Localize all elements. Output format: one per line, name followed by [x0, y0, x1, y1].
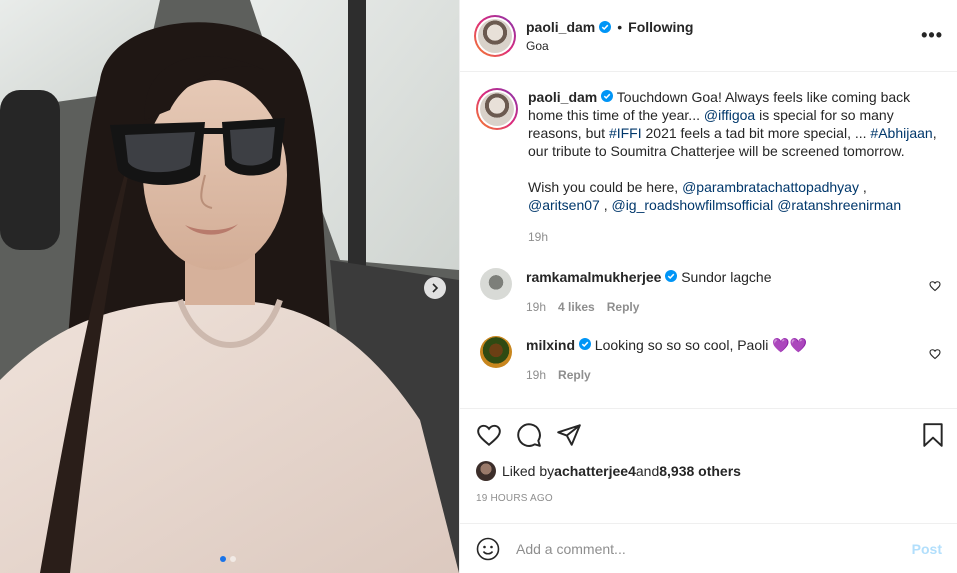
post-comment-button[interactable]: Post [912, 541, 942, 557]
carousel-dot-active [220, 556, 226, 562]
caption-body: paoli_dam Touchdown Goa! Always feels li… [528, 88, 941, 246]
comment-button[interactable] [516, 422, 542, 448]
heart-icon[interactable] [929, 280, 941, 292]
commenter-avatar[interactable] [480, 336, 512, 368]
chevron-right-icon [432, 283, 439, 293]
carousel-dot [230, 556, 236, 562]
likes-prefix: Liked by [502, 463, 555, 479]
post-location[interactable]: Goa [526, 39, 921, 53]
mention-link[interactable]: @ig_roadshowfilmsofficial [611, 197, 773, 213]
like-button[interactable] [476, 422, 502, 448]
following-button[interactable]: Following [628, 19, 693, 35]
verified-icon [599, 20, 612, 33]
instagram-post: paoli_dam • Following Goa ••• paoli_dam … [0, 0, 957, 573]
likes-middle: and [635, 463, 660, 479]
comments-section[interactable]: paoli_dam Touchdown Goa! Always feels li… [460, 72, 957, 408]
comment-text: Sundor lagche [681, 269, 772, 285]
reply-button[interactable]: Reply [607, 298, 640, 316]
comment-item: ramkamalmukherjee Sundor lagche 19h 4 li… [476, 268, 941, 316]
emoji-button[interactable] [476, 537, 500, 561]
post-media[interactable] [0, 0, 459, 573]
post-panel: paoli_dam • Following Goa ••• paoli_dam … [459, 0, 957, 573]
caption-avatar[interactable] [476, 88, 518, 130]
heart-icon[interactable] [929, 348, 941, 360]
commenter-username[interactable]: ramkamalmukherjee [526, 269, 661, 285]
likes-count[interactable]: 8,938 others [659, 463, 741, 479]
likes-summary: Liked by achatterjee4 and 8,938 others [476, 461, 946, 481]
reply-button[interactable]: Reply [558, 366, 591, 384]
post-timestamp[interactable]: 19 HOURS AGO [476, 493, 946, 504]
share-icon [557, 424, 581, 446]
carousel-indicator [220, 556, 236, 562]
header-separator: • [617, 18, 623, 35]
comment-time[interactable]: 19h [526, 366, 546, 384]
verified-icon [665, 270, 678, 282]
caption-username[interactable]: paoli_dam [528, 89, 597, 105]
commenter-avatar[interactable] [480, 268, 512, 300]
caption-text: , [858, 179, 867, 195]
share-button[interactable] [556, 422, 582, 448]
heart-icon [477, 424, 501, 447]
mention-link[interactable]: @parambratachattopadhyay [682, 179, 859, 195]
comment-likes[interactable]: 4 likes [558, 298, 595, 316]
commenter-username[interactable]: milxind [526, 337, 575, 353]
save-button[interactable] [920, 422, 946, 448]
bookmark-icon [923, 423, 943, 447]
comment-text: Looking so so so cool, Paoli 💜💜 [594, 337, 808, 353]
caption-text: , [599, 197, 612, 213]
author-avatar[interactable] [474, 14, 516, 57]
comment-item: milxind Looking so so so cool, Paoli 💜💜 … [476, 336, 941, 384]
post-caption: paoli_dam Touchdown Goa! Always feels li… [476, 88, 941, 246]
mention-link[interactable]: @ratanshreenirman [777, 197, 901, 213]
mention-link[interactable]: @iffigoa [704, 107, 755, 123]
post-photo [0, 0, 459, 573]
more-options-button[interactable]: ••• [921, 25, 943, 46]
verified-icon [601, 90, 614, 102]
comment-input[interactable] [516, 540, 912, 557]
hashtag-link[interactable]: #IFFI [609, 125, 642, 141]
liker-avatar[interactable] [476, 461, 496, 481]
post-header: paoli_dam • Following Goa ••• [460, 0, 957, 72]
next-slide-button[interactable] [424, 277, 446, 299]
emoji-icon [476, 537, 500, 560]
add-comment-bar: Post [460, 523, 957, 573]
mention-link[interactable]: @aritsen07 [528, 197, 600, 213]
author-username[interactable]: paoli_dam [526, 19, 595, 35]
hashtag-link[interactable]: #Abhijaan [870, 125, 932, 141]
liker-username[interactable]: achatterjee4 [554, 463, 636, 479]
comment-icon [517, 423, 541, 447]
caption-text: Wish you could be here, [528, 179, 683, 195]
post-actions: Liked by achatterjee4 and 8,938 others 1… [460, 408, 957, 504]
caption-text: 2021 feels a tad bit more special, ... [641, 125, 871, 141]
comment-time[interactable]: 19h [526, 298, 546, 316]
verified-icon [578, 338, 591, 350]
caption-time[interactable]: 19h [528, 228, 548, 246]
